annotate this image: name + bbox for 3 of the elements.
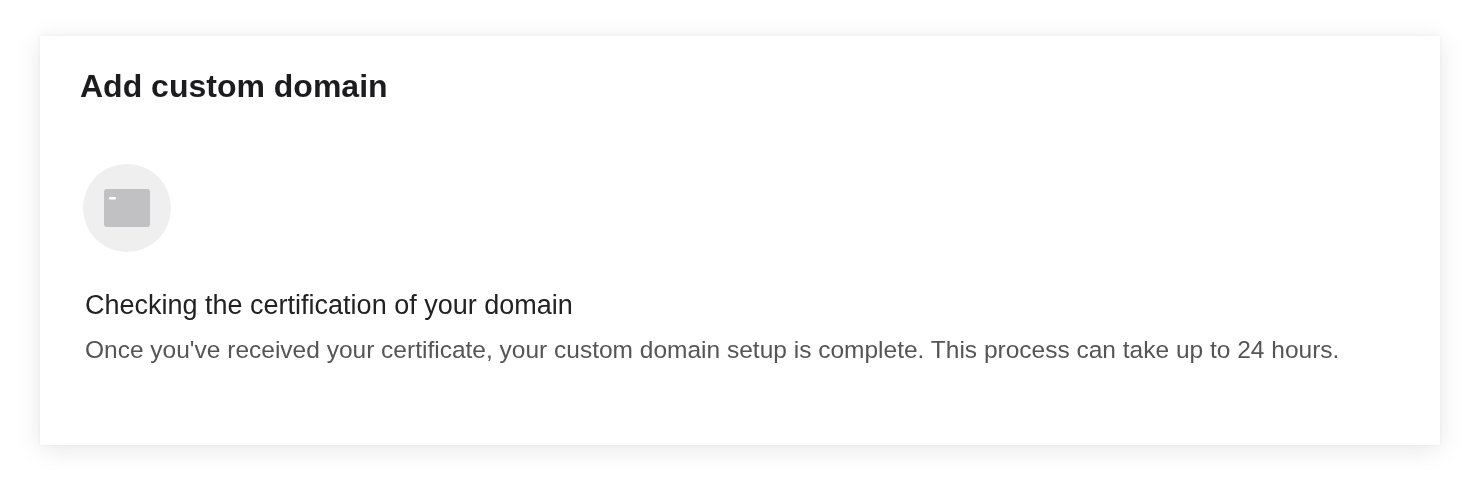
status-heading: Checking the certification of your domain [85, 289, 573, 322]
status-description: Once you've received your certificate, your custom domain setup is complete. This process can take up to 24 hours. [85, 335, 1341, 365]
dialog-title: Add custom domain [80, 67, 388, 106]
